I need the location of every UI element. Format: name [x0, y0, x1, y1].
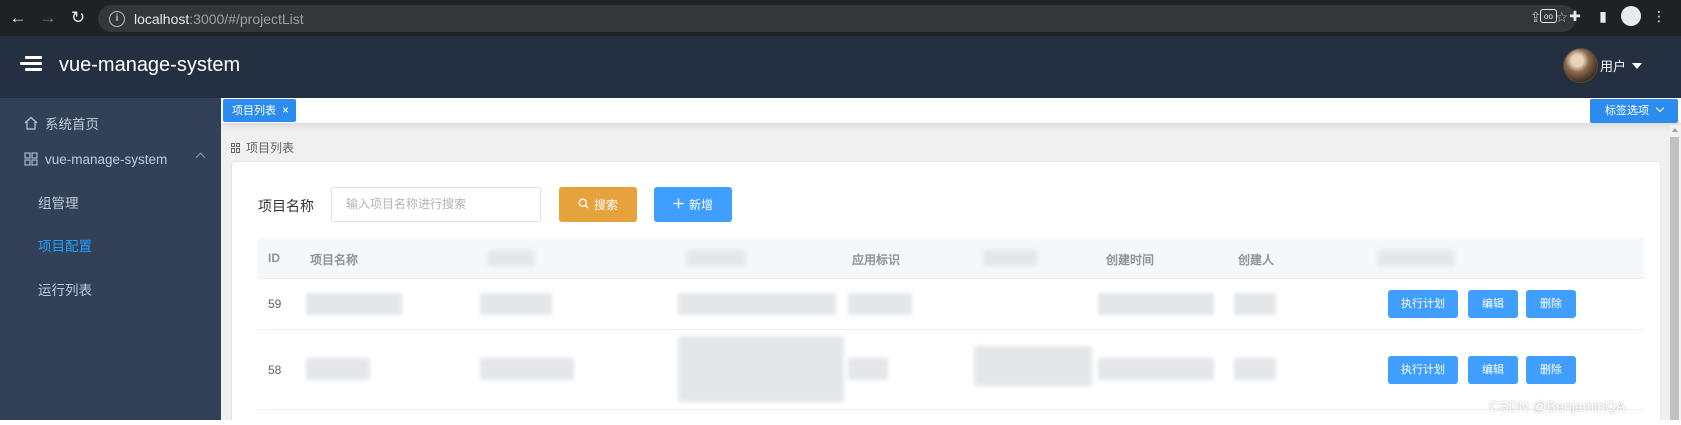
extension-icon[interactable]: oo [1540, 9, 1557, 23]
browser-toolbar: ← → ↻ i localhost:3000/#/projectList ⇪ ☆… [0, 0, 1681, 36]
more-menu-icon[interactable]: ⋮ [1649, 6, 1669, 26]
delete-button[interactable]: 删除 [1526, 356, 1576, 384]
site-info-icon[interactable]: i [109, 10, 125, 27]
tags-options-button[interactable]: 标签选项 [1590, 99, 1678, 123]
row-id: 59 [268, 297, 282, 311]
edit-button[interactable]: 编辑 [1468, 290, 1518, 318]
tag-project-list[interactable]: 项目列表 × [223, 99, 297, 122]
add-button-label: 新增 [688, 198, 713, 212]
close-icon[interactable]: × [282, 103, 289, 117]
vertical-scrollbar[interactable] [1670, 125, 1681, 425]
address-bar[interactable]: i localhost:3000/#/projectList ⇪ ☆ [98, 5, 1576, 32]
search-button[interactable]: 搜索 [559, 187, 637, 222]
main-content: 项目列表 × 标签选项 项目列表 项目名称 输入项目名称进行搜索 搜索 新增 I… [221, 98, 1681, 425]
column-header-creator: 创建人 [1238, 253, 1275, 267]
run-plan-button[interactable]: 执行计划 [1388, 290, 1458, 318]
blurred-header [488, 250, 534, 266]
profile-icon[interactable] [1621, 6, 1641, 26]
blurred-cell [480, 358, 574, 380]
sidebar-item-label: 系统首页 [45, 117, 99, 132]
sidebar-subitem-label: 项目配置 [38, 239, 92, 254]
sidebar-subitem-label: 运行列表 [38, 283, 92, 298]
avatar[interactable] [1563, 48, 1598, 83]
breadcrumb: 项目列表 [231, 139, 294, 156]
sidebar-subitem-label: 组管理 [38, 196, 79, 211]
app-header: vue-manage-system 用户 [0, 36, 1681, 98]
caret-down-icon[interactable] [1632, 62, 1643, 69]
blurred-header [686, 250, 746, 266]
blurred-cell [848, 358, 888, 380]
project-table: ID 项目名称 应用标识 创建时间 创建人 59 执行计划 编辑 删除 58 执… [258, 238, 1644, 410]
blurred-cell [306, 358, 370, 380]
blurred-cell [306, 293, 402, 315]
blurred-cell [1098, 358, 1214, 380]
page: ← → ↻ i localhost:3000/#/projectList ⇪ ☆… [0, 0, 1681, 425]
tags-bar: 项目列表 × 标签选项 [221, 98, 1681, 124]
blurred-cell [678, 336, 844, 402]
column-header-id: ID [268, 251, 280, 265]
project-list-card: 项目名称 输入项目名称进行搜索 搜索 新增 ID 项目名称 应用标识 创建时间 … [231, 161, 1661, 425]
blurred-cell [848, 293, 912, 315]
home-icon [23, 116, 38, 131]
breadcrumb-label: 项目列表 [246, 141, 295, 155]
app-title: vue-manage-system [59, 54, 241, 76]
blurred-cell [678, 293, 836, 315]
forward-arrow-icon[interactable]: → [36, 6, 60, 30]
sidebar-item-label: vue-manage-system [45, 151, 168, 167]
search-button-label: 搜索 [593, 198, 618, 212]
run-plan-button[interactable]: 执行计划 [1388, 356, 1458, 384]
scrollbar-thumb[interactable] [1670, 137, 1679, 425]
user-name[interactable]: 用户 [1600, 56, 1626, 75]
blurred-cell [1234, 293, 1276, 315]
column-header-created-time: 创建时间 [1106, 253, 1155, 267]
table-header: ID 项目名称 应用标识 创建时间 创建人 [258, 238, 1644, 279]
sidebar-subitem-run-list[interactable]: 运行列表 [0, 264, 221, 314]
reload-icon[interactable]: ↻ [66, 6, 90, 30]
grid-icon [231, 142, 241, 153]
add-button[interactable]: 新增 [654, 187, 732, 222]
blurred-header [1378, 250, 1454, 266]
tag-label[interactable]: 项目列表 [232, 105, 276, 117]
back-arrow-icon[interactable]: ← [6, 6, 30, 30]
scroll-up-icon[interactable] [1672, 128, 1678, 132]
edit-button[interactable]: 编辑 [1468, 356, 1518, 384]
blurred-header [983, 250, 1037, 266]
puzzle-icon[interactable]: ✚ [1565, 6, 1585, 26]
blurred-cell [1234, 358, 1276, 380]
column-header-project-name: 项目名称 [310, 253, 359, 267]
plus-icon [673, 198, 684, 212]
menu-toggle-icon[interactable] [20, 56, 42, 76]
blurred-cell [974, 346, 1092, 386]
search-icon [578, 198, 589, 212]
search-label: 项目名称 [258, 198, 314, 214]
delete-button[interactable]: 删除 [1526, 290, 1576, 318]
column-header-app-id: 应用标识 [852, 253, 901, 267]
address-url[interactable]: localhost:3000/#/projectList [134, 11, 304, 27]
watermark: CSDN @BenjaminQA [1489, 398, 1626, 414]
grid-icon [23, 152, 38, 167]
chevron-down-icon [1655, 103, 1665, 113]
blurred-cell [1098, 293, 1214, 315]
blurred-cell [480, 293, 552, 315]
bottom-edge [0, 420, 1681, 425]
sidebar-subitem-project-config[interactable]: 项目配置 [0, 220, 221, 270]
tags-options-label: 标签选项 [1605, 105, 1649, 117]
sidebar: 系统首页 vue-manage-system 组管理 项目配置 运行列表 [0, 98, 221, 425]
user-dropdown[interactable]: 用户 [1563, 48, 1643, 83]
table-row: 58 执行计划 编辑 删除 [258, 330, 1644, 410]
browser-extensions: oo ✚ ▮ ⋮ [1540, 6, 1681, 26]
row-id: 58 [268, 363, 282, 377]
chevron-up-icon [195, 152, 206, 163]
table-row: 59 执行计划 编辑 删除 [258, 279, 1644, 330]
search-input[interactable]: 输入项目名称进行搜索 [331, 187, 541, 222]
side-panel-icon[interactable]: ▮ [1593, 6, 1613, 26]
